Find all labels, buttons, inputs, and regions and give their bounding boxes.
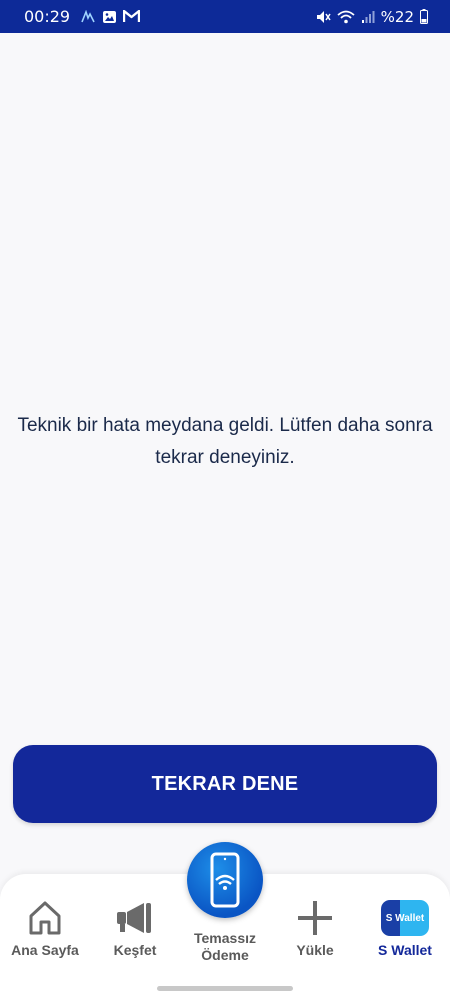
error-message: Teknik bir hata meydana geldi. Lütfen da…	[17, 415, 433, 468]
s-wallet-icon-wrap: S Wallet	[381, 898, 429, 938]
nav-item-s-wallet[interactable]: S Wallet S Wallet	[365, 874, 445, 980]
contactless-phone-icon	[210, 852, 240, 908]
gmail-icon	[123, 10, 141, 23]
gallery-icon	[102, 10, 117, 24]
wifi-icon	[337, 10, 355, 24]
mute-icon	[315, 9, 331, 25]
retry-button[interactable]: TEKRAR DENE	[13, 745, 437, 823]
status-bar: 00:29 %22	[0, 0, 450, 33]
s-wallet-icon: S Wallet	[381, 900, 429, 936]
home-indicator[interactable]	[157, 986, 293, 991]
nav-item-load[interactable]: Yükle	[275, 874, 355, 980]
nav-label-s-wallet: S Wallet	[378, 942, 432, 958]
signal-icon	[361, 10, 375, 24]
status-time: 00:29	[24, 7, 71, 26]
battery-icon	[420, 9, 428, 24]
contactless-payment-button[interactable]	[187, 842, 263, 918]
nav-label-contactless-payment: Temassız Ödeme	[194, 930, 256, 963]
status-right: %22	[315, 8, 428, 26]
bottom-navigation: Ana Sayfa Keşfet Temassız Ödeme Yükle S …	[0, 842, 450, 980]
battery-percentage: %22	[380, 7, 414, 26]
home-icon	[25, 898, 65, 938]
nav-item-contactless-payment[interactable]: Temassız Ödeme	[175, 842, 275, 982]
nav-label-home: Ana Sayfa	[11, 942, 79, 958]
nav-item-explore[interactable]: Keşfet	[95, 874, 175, 980]
nav-item-home[interactable]: Ana Sayfa	[5, 874, 85, 980]
megaphone-icon	[114, 898, 156, 938]
app-notification-icon	[80, 9, 96, 24]
plus-icon	[295, 898, 335, 938]
nav-label-explore: Keşfet	[113, 942, 157, 958]
status-left: 00:29	[24, 7, 141, 26]
nav-label-load: Yükle	[296, 942, 334, 958]
